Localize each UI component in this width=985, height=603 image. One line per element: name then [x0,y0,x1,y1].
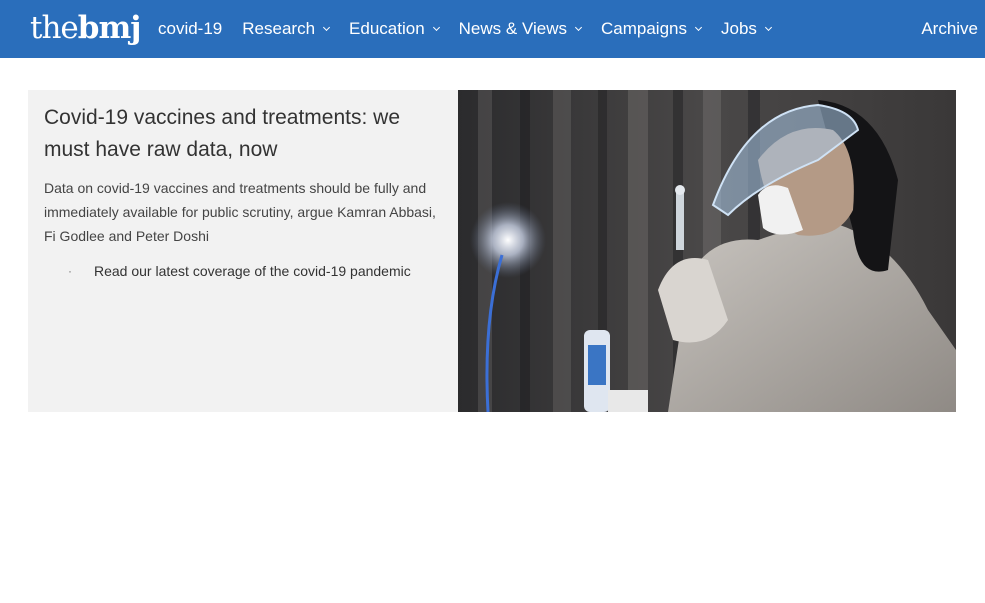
nav-research[interactable]: Research [242,19,331,39]
chevron-down-icon [764,23,772,31]
featured-article: Covid-19 vaccines and treatments: we mus… [28,90,956,412]
bullet-marker: · [68,264,72,278]
nav-research-label: Research [242,19,316,38]
nav-news-views-label: News & Views [458,19,567,38]
nav-news-views[interactable]: News & Views [458,19,583,39]
featured-article-text: Covid-19 vaccines and treatments: we mus… [28,90,458,412]
top-navigation-bar: thebmj covid-19 Research Education News … [0,0,985,58]
bmj-logo[interactable]: thebmj [30,8,142,48]
chevron-down-icon [432,23,440,31]
logo-bmj: bmj [77,10,142,46]
nav-archive[interactable]: Archive [921,0,978,58]
chevron-down-icon [322,23,331,31]
chevron-down-icon [574,23,583,31]
nav-campaigns-label: Campaigns [601,19,687,38]
nav-jobs-label: Jobs [721,19,757,38]
related-links: · Read our latest coverage of the covid-… [44,260,458,282]
list-item: · Read our latest coverage of the covid-… [44,260,458,282]
logo-the: the [30,10,79,46]
article-headline[interactable]: Covid-19 vaccines and treatments: we mus… [44,102,444,166]
vaccine-photo-illustration [458,90,956,412]
covid-coverage-link[interactable]: Read our latest coverage of the covid-19… [94,263,411,279]
nav-covid-19[interactable]: covid-19 [158,19,222,39]
article-standfirst: Data on covid-19 vaccines and treatments… [44,180,436,244]
nav-education[interactable]: Education [349,19,440,39]
nav-campaigns[interactable]: Campaigns [601,19,703,39]
nav-jobs[interactable]: Jobs [721,19,772,39]
nav-education-label: Education [349,19,425,38]
chevron-down-icon [694,23,703,31]
nav-covid-19-label: covid-19 [158,19,223,38]
main-nav: covid-19 Research Education News & Views… [158,0,791,58]
article-photo[interactable] [458,90,956,412]
